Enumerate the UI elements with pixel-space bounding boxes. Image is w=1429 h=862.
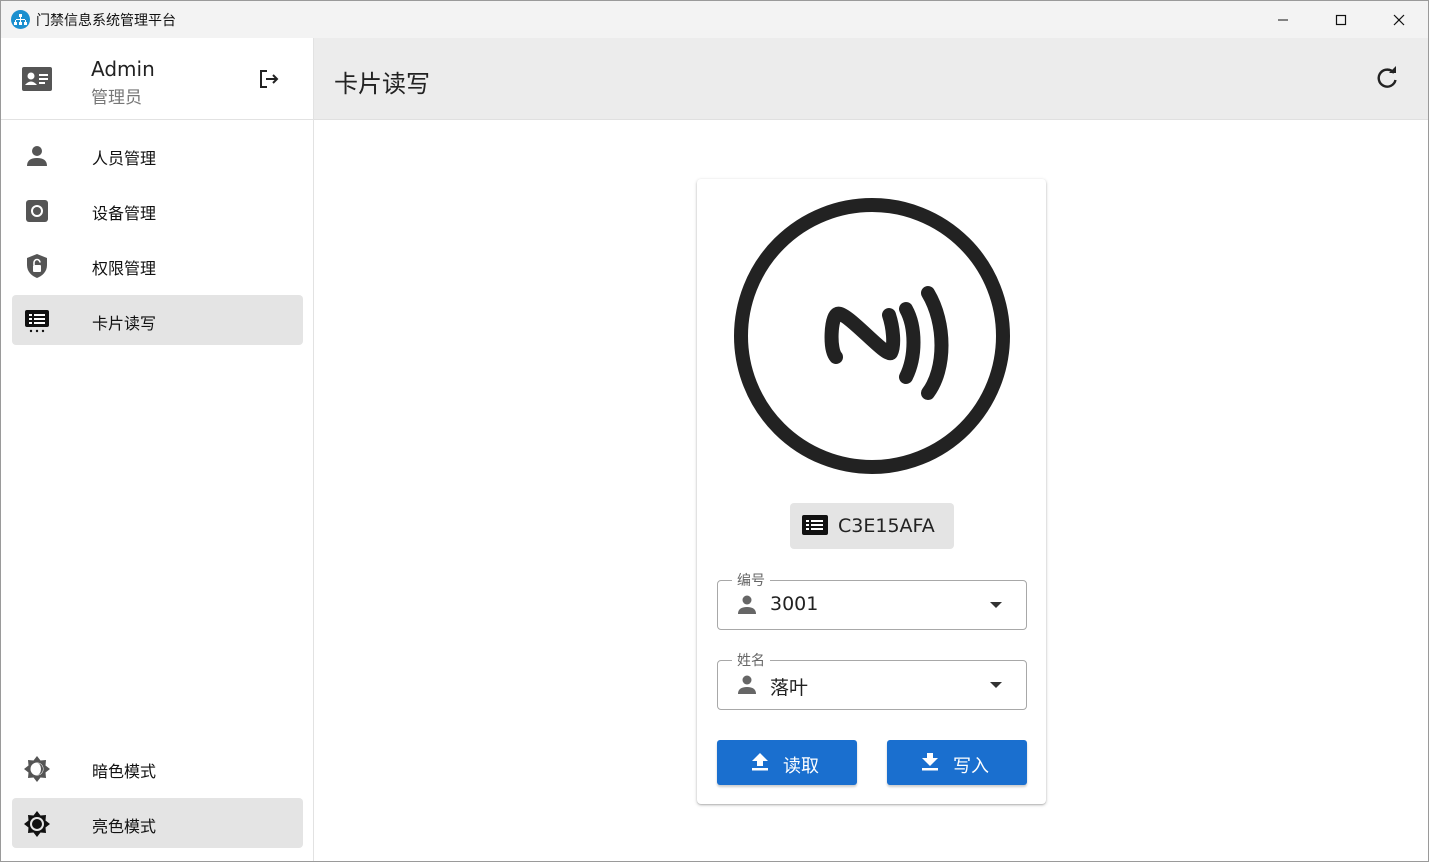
window-title: 门禁信息系统管理平台	[36, 13, 176, 29]
person-icon	[27, 146, 47, 166]
page-header: 卡片读写	[314, 38, 1428, 120]
light-mode-option[interactable]: 亮色模式	[12, 798, 303, 848]
sidebar-item-devices[interactable]: 设备管理	[12, 185, 303, 235]
sidebar-item-label: 权限管理	[92, 259, 157, 278]
sidebar: Admin 管理员 人员管理 设备管理 权限管理 卡片读写 暗色模式 亮色模式	[1, 38, 314, 861]
user-role: 管理员	[91, 88, 142, 108]
maximize-button[interactable]	[1312, 1, 1370, 38]
sidebar-item-label: 设备管理	[92, 204, 157, 223]
read-button[interactable]: 读取	[717, 740, 857, 785]
upload-icon	[752, 753, 768, 771]
card-reader-icon	[25, 310, 49, 333]
field-label: 姓名	[732, 650, 770, 670]
close-icon	[1393, 14, 1405, 25]
user-name: Admin	[91, 57, 155, 81]
card-id-icon	[802, 515, 828, 535]
close-button[interactable]	[1370, 1, 1428, 38]
app-logo-icon	[11, 10, 30, 29]
theme-label: 亮色模式	[92, 817, 157, 836]
sidebar-item-permissions[interactable]: 权限管理	[12, 240, 303, 290]
person-icon	[738, 595, 756, 614]
refresh-icon[interactable]	[1374, 65, 1400, 91]
name-select[interactable]: 姓名 落叶	[717, 650, 1027, 710]
card-id-value: C3E15AFA	[838, 515, 935, 537]
user-card-icon	[22, 67, 52, 91]
field-value: 落叶	[770, 677, 809, 699]
shield-lock-icon	[27, 254, 47, 278]
minimize-icon	[1278, 19, 1288, 20]
maximize-icon	[1335, 14, 1347, 25]
sidebar-item-label: 人员管理	[92, 149, 157, 168]
employee-number-select[interactable]: 编号 3001	[717, 570, 1027, 630]
logout-icon[interactable]	[256, 66, 282, 92]
card-id-chip: C3E15AFA	[790, 503, 954, 549]
field-label: 编号	[732, 570, 770, 590]
app-window: 门禁信息系统管理平台 Admin 管理员 人员管理 设备管理 权限管理 卡片读写…	[0, 0, 1429, 862]
read-button-label: 读取	[783, 756, 819, 777]
nfc-icon	[734, 198, 1010, 474]
chevron-down-icon	[990, 682, 1002, 688]
sidebar-item-label: 卡片读写	[92, 314, 157, 333]
write-button-label: 写入	[953, 756, 989, 777]
title-bar: 门禁信息系统管理平台	[1, 1, 1428, 38]
write-button[interactable]: 写入	[887, 740, 1027, 785]
person-icon	[738, 675, 756, 694]
dark-mode-option[interactable]: 暗色模式	[12, 743, 303, 793]
sidebar-item-people[interactable]: 人员管理	[12, 130, 303, 180]
device-icon	[26, 200, 48, 222]
download-icon	[922, 753, 938, 771]
user-header: Admin 管理员	[1, 38, 313, 120]
page-title: 卡片读写	[334, 70, 430, 98]
minimize-button[interactable]	[1254, 1, 1312, 38]
chevron-down-icon	[990, 602, 1002, 608]
light-mode-icon	[24, 811, 50, 837]
sidebar-item-card-rw[interactable]: 卡片读写	[12, 295, 303, 345]
dark-mode-icon	[24, 756, 50, 782]
card-rw-panel: C3E15AFA 编号 3001 姓名 落叶 读取 写入	[697, 179, 1046, 804]
theme-label: 暗色模式	[92, 762, 157, 781]
field-value: 3001	[770, 593, 819, 615]
